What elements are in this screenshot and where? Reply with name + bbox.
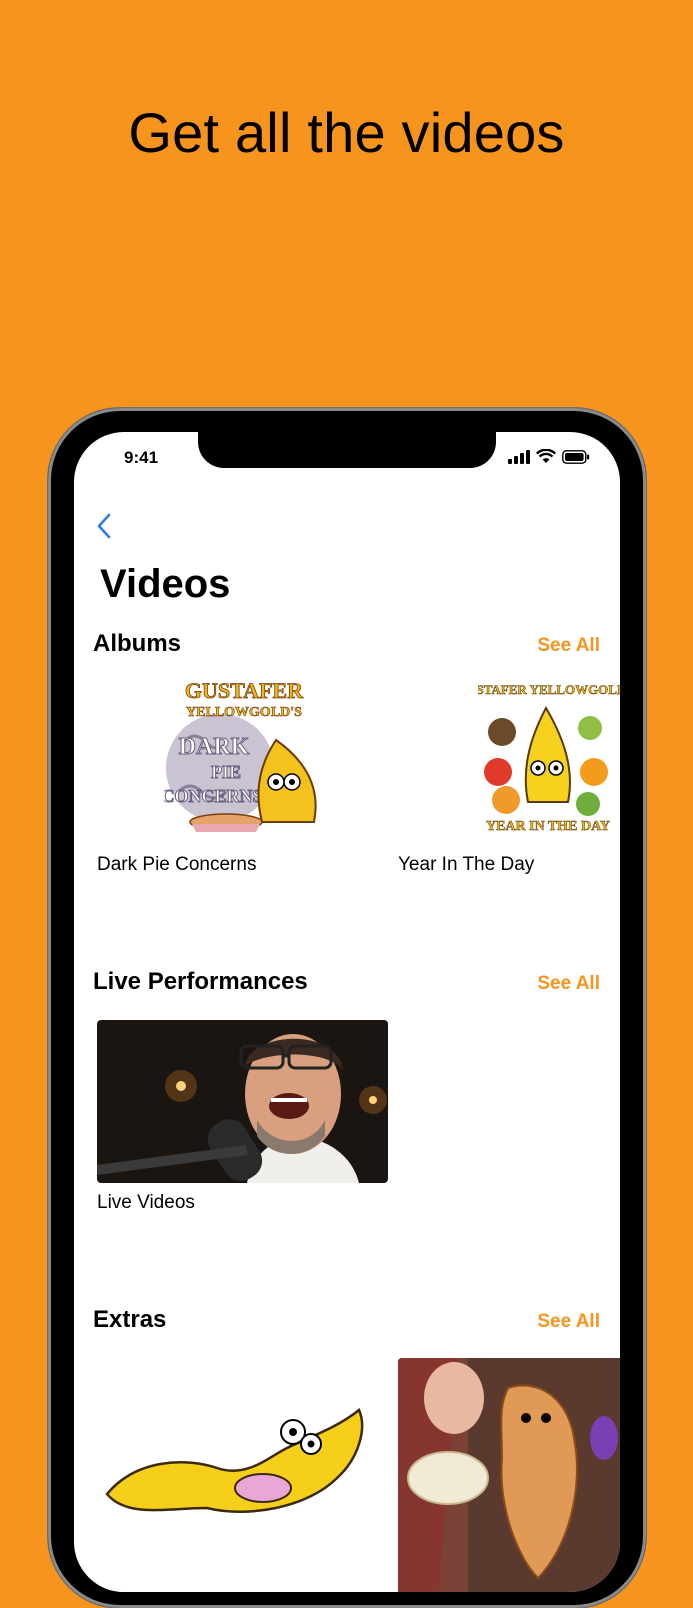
status-icons bbox=[508, 449, 590, 464]
live-videos-thumbnail bbox=[97, 1020, 388, 1183]
chevron-left-icon bbox=[97, 513, 111, 539]
album-art-text-dark: DARK bbox=[179, 734, 250, 760]
live-see-all-button[interactable]: See All bbox=[537, 973, 600, 995]
wifi-icon bbox=[536, 449, 556, 463]
album-art-text-yellowgold: YELLOWGOLD'S bbox=[186, 705, 302, 720]
album-art-text-year-in-the-day: YEAR IN THE DAY bbox=[486, 819, 610, 834]
album-art-text-gustafer-yellowgold: GUSTAFER YELLOWGOLD's bbox=[478, 682, 620, 697]
dark-pie-concerns-album-art: GUSTAFER YELLOWGOLD'S DARK PIE CONCERNS bbox=[164, 672, 326, 838]
promo-headline: Get all the videos bbox=[128, 101, 565, 164]
cellular-signal-icon bbox=[508, 449, 530, 464]
live-section-title: Live Performances bbox=[93, 968, 308, 995]
live-caption-live-videos: Live Videos bbox=[97, 1192, 195, 1213]
album-caption-year-in-the-day: Year In The Day bbox=[398, 854, 535, 875]
album-caption-dark-pie-concerns: Dark Pie Concerns bbox=[97, 854, 257, 875]
extras-card-2[interactable] bbox=[398, 1358, 620, 1592]
album-art-text-concerns: CONCERNS bbox=[164, 786, 263, 806]
extras-card-1[interactable] bbox=[97, 1358, 387, 1592]
album-art-text-gustafer: GUSTAFER bbox=[185, 678, 304, 703]
battery-icon bbox=[562, 449, 590, 464]
album-card-dark-pie-concerns[interactable]: GUSTAFER YELLOWGOLD'S DARK PIE CONCERNS bbox=[164, 672, 326, 838]
phone-frame: 9:41 Videos Albums See All GUSTAFER YELL… bbox=[48, 408, 646, 1608]
live-videos-card[interactable] bbox=[97, 1020, 388, 1183]
status-time: 9:41 bbox=[124, 448, 159, 467]
app-screen: 9:41 Videos Albums See All GUSTAFER YELL… bbox=[74, 432, 620, 1592]
back-button[interactable] bbox=[96, 512, 120, 544]
album-art-text-pie: PIE bbox=[211, 762, 241, 782]
year-in-the-day-album-art: GUSTAFER YELLOWGOLD's YEAR IN THE DAY bbox=[478, 672, 620, 838]
phone-notch bbox=[198, 432, 496, 468]
albums-section-title: Albums bbox=[93, 630, 182, 657]
album-card-year-in-the-day[interactable]: GUSTAFER YELLOWGOLD's YEAR IN THE DAY bbox=[478, 672, 620, 838]
extras-section-title: Extras bbox=[93, 1306, 167, 1333]
extras-see-all-button[interactable]: See All bbox=[537, 1311, 600, 1333]
extras-cartoon-thumbnail bbox=[97, 1358, 387, 1592]
page-title: Videos bbox=[100, 562, 231, 606]
albums-see-all-button[interactable]: See All bbox=[537, 635, 600, 657]
extras-puppet-thumbnail bbox=[398, 1358, 620, 1592]
